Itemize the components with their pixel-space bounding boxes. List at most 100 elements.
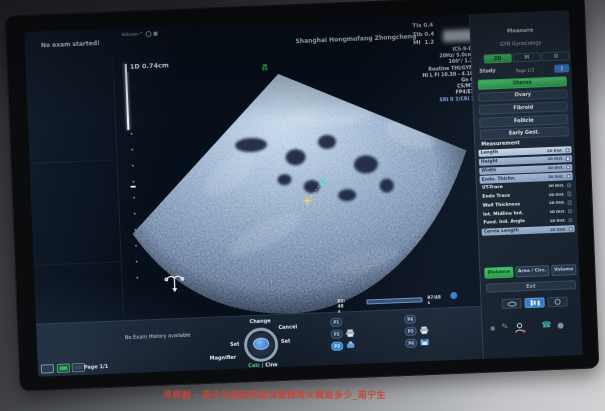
measurement-name: Height [481,159,498,165]
printer-icon [346,329,355,337]
cine-left-label: P2: 48 s [337,299,345,314]
panel-category: GYN Gynecology [471,39,570,49]
panel-title: Measure [471,26,570,36]
study-item-ovary[interactable]: Ovary [478,89,567,102]
mode-tabs: 2D M D [484,51,570,63]
checkbox[interactable] [568,227,573,232]
ellipse-mode-button[interactable] [501,298,521,309]
trackball-left-label: Set [230,342,240,348]
study-item-uterus[interactable]: Uterus [478,76,567,89]
measurement-name: Endo. Thickn. [482,176,516,182]
tab-d[interactable]: D [542,51,570,61]
area-circ-button[interactable]: Area / Circ. [515,265,550,277]
checkbox[interactable] [566,174,571,179]
chevron-right-icon: ❯ [560,66,564,71]
measurement-tag: 2D Dist. [549,192,565,197]
measurement-tag: 2D Dist. [547,157,563,162]
p5-button[interactable]: P5 [405,327,417,336]
add-patient-icon[interactable] [514,322,526,334]
depth-scale [128,133,139,279]
printer-icon [419,326,428,334]
orientation-marker-label: E8 [262,66,268,71]
measurement-name: Wall Thickness [483,202,521,209]
cine-right-label: 97/48 s [427,296,441,307]
uterus-bodymark-icon [165,276,184,293]
measurement-name: Length [480,150,498,156]
measurement-tag: 2D Dist. [550,227,566,232]
layout-single-icon[interactable] [41,364,54,374]
measurement-name: Fund. Ind. Angle [483,220,525,227]
checkbox[interactable] [565,148,570,153]
p1-button[interactable]: P1 [330,317,342,326]
checkbox[interactable] [566,183,571,188]
phone-icon[interactable]: ☎ [541,320,551,329]
checkbox[interactable] [568,209,573,214]
orientation-marker: E8 [262,64,268,72]
study-item-fibroid[interactable]: Fibroid [479,101,568,114]
distance-button[interactable]: Distance [484,267,513,279]
checkbox[interactable] [567,192,572,197]
checkbox[interactable] [567,200,572,205]
layout-dual-icon[interactable] [56,363,69,373]
tab-2d[interactable]: 2D [484,53,512,63]
exit-button[interactable]: Exit [486,280,576,293]
measurement-name: UT-Trace [482,185,503,191]
study-page: Page 1/3 [496,66,555,73]
bar-chart-icon [530,300,539,306]
circle-icon [554,299,560,305]
p3-button[interactable]: P3 [331,341,343,350]
measurement-name: Width [481,168,496,174]
checkbox[interactable] [566,165,571,170]
measure-panel: Measure GYN Gynecology 2D M D Study Page… [469,10,583,359]
study-item-early-gest[interactable]: Early Gest. [480,127,569,140]
measurement-header: Measurement [481,140,520,148]
measurement-tag: 2D Dist. [548,183,564,188]
study-next-page-button[interactable]: ❯ [554,64,569,73]
volume-button[interactable]: Volume [551,264,577,276]
p2-button[interactable]: P2 [331,329,343,338]
display-toggle-row [501,296,567,309]
layout-switcher [41,363,85,374]
study-list: Uterus Ovary Fibroid Follicle Early Gest… [473,76,574,143]
trackball-right-label: Set [281,339,291,345]
p6-button[interactable]: P6 [405,339,417,348]
checkbox[interactable] [568,218,573,223]
trackball-magnifier-label: Magnifier [210,355,237,362]
measurement-tag: 2D Dist. [550,218,566,223]
monitor-bezel: No exam started! Voluson™ Shanghai Hongm… [5,0,600,391]
pencil-icon[interactable]: ✎ [501,321,509,331]
video-watermark: 寻刷耐 - 南宁生殖医院做试管费用大概是多少_南宁生 [163,388,386,401]
study-label: Study [479,68,496,75]
measurement-name: Cervix Length [484,229,519,235]
circle-mode-button[interactable] [547,296,567,307]
ultrasound-screen: No exam started! Voluson™ Shanghai Hongm… [24,10,582,377]
calc-cine-separator: | [262,363,264,369]
measurement-result-label: 1D 0.74cm [127,60,172,72]
measurement-list: Length 2D Dist. Height 2D Dist. Width 2D Di… [475,146,577,238]
calc-label: Calc [248,363,260,369]
chart-mode-button[interactable] [524,297,544,308]
p4-button[interactable]: P4 [404,315,416,324]
study-row: Study Page 1/3 ❯ [479,64,569,76]
cine-label: Cine [265,362,278,368]
measurement-tag: 2D Dist. [548,166,564,171]
floppy-save-icon [420,338,429,346]
ellipse-icon [507,301,516,306]
photo-background: No exam started! Voluson™ Shanghai Hongm… [0,0,605,411]
tab-m[interactable]: M [513,52,541,62]
status-circle-icon[interactable] [557,323,563,329]
measurement-tag: 2D Dist. [547,148,563,153]
measurement-name: Int. Midline Ind. [483,211,523,218]
trackball-calc-cine-label: Calc | Cine [240,362,286,370]
measurement-tag: 2D Dist. [549,201,565,206]
study-item-follicle[interactable]: Follicle [479,114,568,127]
small-tool-icon[interactable] [491,326,495,330]
trackball-topright-label: Cancel [278,324,297,331]
measurement-name: Endo Trace [482,194,510,200]
tool-buttons: Distance Area / Circ. Volume [484,264,576,279]
checkbox[interactable] [565,157,570,162]
panel-icon-row: ✎ ☎ [482,319,581,337]
page-indicator: Page 1/1 [84,364,109,371]
usb-save-icon [346,341,355,349]
measurement-tag: 2D Dist. [548,174,564,179]
